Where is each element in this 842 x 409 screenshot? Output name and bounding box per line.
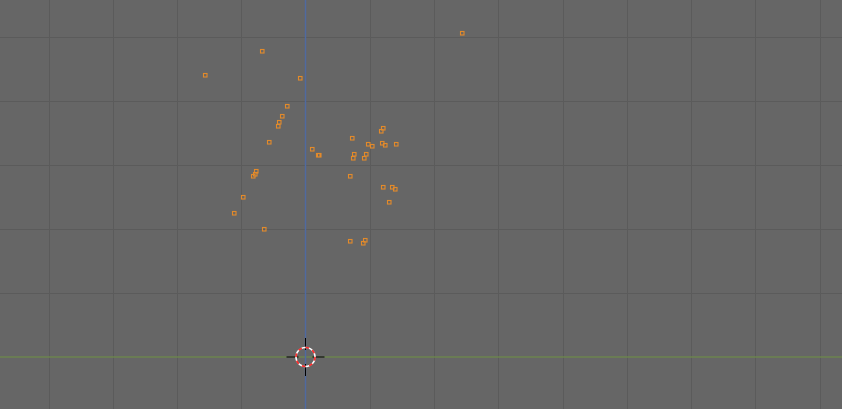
vertex-point[interactable]: [279, 113, 285, 119]
vertex-point[interactable]: [202, 72, 208, 78]
vertex-point[interactable]: [361, 155, 367, 161]
vertex-point[interactable]: [369, 143, 375, 149]
viewport-canvas[interactable]: [0, 0, 842, 409]
vertex-point[interactable]: [363, 151, 369, 157]
vertex-point[interactable]: [382, 142, 388, 148]
vertex-point[interactable]: [380, 184, 386, 190]
vertex-point[interactable]: [349, 135, 355, 141]
vertex-point[interactable]: [360, 240, 366, 246]
vertex-point[interactable]: [275, 123, 281, 129]
vertex-point[interactable]: [392, 186, 398, 192]
3d-viewport[interactable]: [0, 0, 842, 409]
vertex-point[interactable]: [316, 152, 322, 158]
vertex-point[interactable]: [386, 199, 392, 205]
vertex-point[interactable]: [365, 141, 371, 147]
vertex-point[interactable]: [240, 194, 246, 200]
vertex-point[interactable]: [350, 155, 356, 161]
vertex-point[interactable]: [297, 75, 303, 81]
vertex-point[interactable]: [231, 210, 237, 216]
vertex-point[interactable]: [459, 30, 465, 36]
vertex-point[interactable]: [378, 128, 384, 134]
vertex-point[interactable]: [351, 151, 357, 157]
vertex-point[interactable]: [309, 146, 315, 152]
vertex-point[interactable]: [347, 173, 353, 179]
vertex-point[interactable]: [347, 238, 353, 244]
vertex-point[interactable]: [393, 141, 399, 147]
vertex-point[interactable]: [284, 103, 290, 109]
vertex-point[interactable]: [266, 139, 272, 145]
vertex-point[interactable]: [276, 119, 282, 125]
selected-vertices[interactable]: [202, 30, 465, 246]
vertex-point[interactable]: [259, 48, 265, 54]
viewport-grid: [0, 0, 842, 409]
